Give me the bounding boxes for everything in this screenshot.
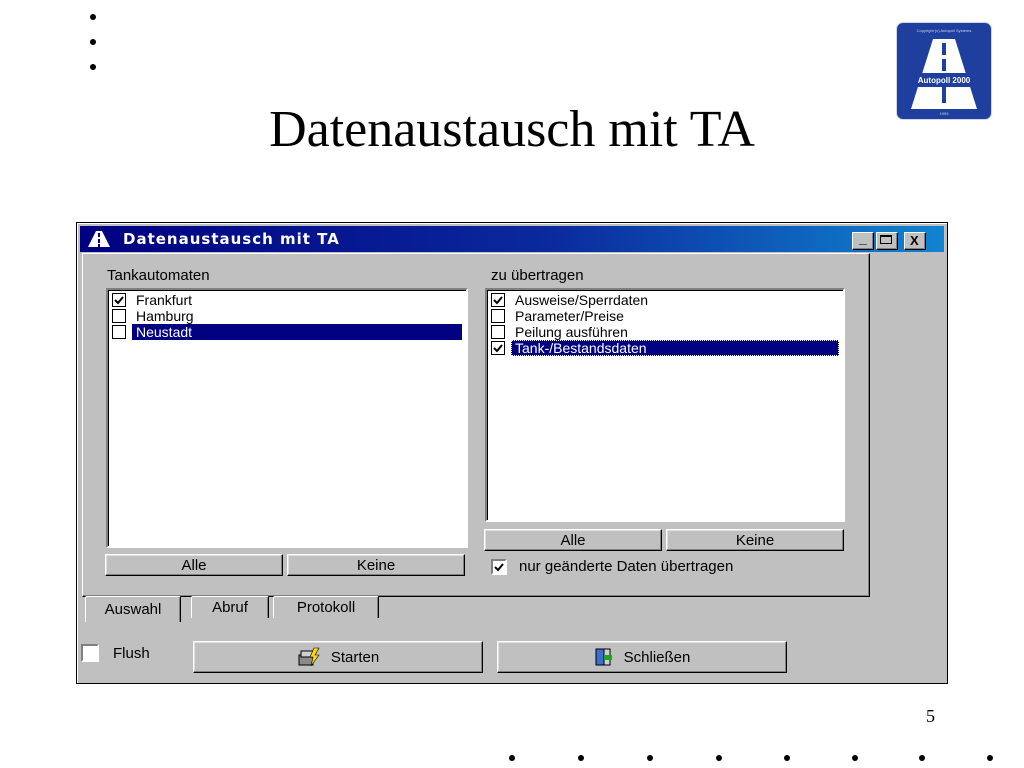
bullet-dot xyxy=(716,755,722,761)
left-all-button[interactable]: Alle xyxy=(105,554,283,576)
only-changed-option[interactable]: nur geänderte Daten übertragen xyxy=(491,558,733,575)
list-item-parameter[interactable]: Parameter/Preise xyxy=(491,308,628,324)
list-item-label: Ausweise/Sperrdaten xyxy=(515,292,649,308)
list-item-hamburg[interactable]: Hamburg xyxy=(112,308,198,324)
close-button-label: Schließen xyxy=(623,648,691,666)
bullet-dot xyxy=(90,64,96,70)
list-item-tankdaten[interactable]: Tank-/Bestandsdaten xyxy=(491,340,839,356)
list-item-ausweise[interactable]: Ausweise/Sperrdaten xyxy=(491,292,652,308)
checkbox-tankdaten[interactable] xyxy=(491,341,505,355)
page-number: 5 xyxy=(926,706,935,726)
app-road-icon xyxy=(87,230,111,253)
zu-uebertragen-list[interactable]: Ausweise/Sperrdaten Parameter/Preise Pei… xyxy=(485,288,845,522)
checkbox-neustadt[interactable] xyxy=(112,325,126,339)
start-button[interactable]: Starten xyxy=(193,641,483,673)
dialog-window: Datenaustausch mit TA _ X Tankautomaten … xyxy=(76,222,948,684)
bullet-dot xyxy=(987,755,993,761)
minimize-icon: _ xyxy=(859,230,867,246)
checkbox-parameter[interactable] xyxy=(491,309,505,323)
bullet-dot xyxy=(90,39,96,45)
list-item-neustadt[interactable]: Neustadt xyxy=(112,324,462,340)
flush-option[interactable]: Flush xyxy=(81,644,150,662)
title-bar[interactable]: Datenaustausch mit TA _ X xyxy=(80,226,944,252)
maximize-button[interactable] xyxy=(876,232,898,250)
list-item-label: Frankfurt xyxy=(136,292,193,308)
list-item-label: Parameter/Preise xyxy=(515,308,624,324)
start-button-label: Starten xyxy=(330,648,380,666)
bullet-dot xyxy=(647,755,653,761)
minimize-button[interactable]: _ xyxy=(852,230,874,250)
close-icon: X xyxy=(910,233,919,248)
right-all-button[interactable]: Alle xyxy=(484,529,662,551)
close-dialog-button[interactable]: Schließen xyxy=(497,641,787,673)
checkbox-hamburg[interactable] xyxy=(112,309,126,323)
start-icon xyxy=(298,647,320,667)
bullet-dot xyxy=(852,755,858,761)
window-title: Datenaustausch mit TA xyxy=(123,230,340,248)
list-item-peilung[interactable]: Peilung ausführen xyxy=(491,324,632,340)
close-button[interactable]: X xyxy=(904,232,926,250)
tab-protokoll[interactable]: Protokoll xyxy=(273,596,379,618)
list-item-label: Neustadt xyxy=(132,324,462,340)
bullet-dot xyxy=(919,755,925,761)
tab-abruf[interactable]: Abruf xyxy=(191,596,269,618)
left-none-button[interactable]: Keine xyxy=(287,554,465,576)
only-changed-label: nur geänderte Daten übertragen xyxy=(519,558,734,575)
checkbox-ausweise[interactable] xyxy=(491,293,505,307)
logo-brand-text: Autopoll 2000 xyxy=(917,76,971,85)
tankautomaten-label: Tankautomaten xyxy=(107,267,210,284)
flush-checkbox[interactable] xyxy=(81,644,99,662)
bullet-dot xyxy=(509,755,515,761)
list-item-label: Hamburg xyxy=(136,308,194,324)
checkbox-peilung[interactable] xyxy=(491,325,505,339)
logo-copyright: Copyright (c) Autopoll Systems xyxy=(916,28,972,33)
tankautomaten-list[interactable]: Frankfurt Hamburg Neustadt xyxy=(106,288,468,548)
list-item-frankfurt[interactable]: Frankfurt xyxy=(112,292,196,308)
tab-auswahl[interactable]: Auswahl xyxy=(85,596,181,622)
list-item-label: Peilung ausführen xyxy=(515,324,628,340)
exit-door-icon xyxy=(595,648,612,666)
list-item-label: Tank-/Bestandsdaten xyxy=(511,340,839,356)
maximize-icon xyxy=(880,235,892,244)
flush-label: Flush xyxy=(113,644,150,662)
only-changed-checkbox[interactable] xyxy=(491,558,507,575)
tab-panel-auswahl: Tankautomaten Frankfurt Hamburg Neustadt… xyxy=(82,253,870,597)
right-none-button[interactable]: Keine xyxy=(666,529,844,551)
zu-uebertragen-label: zu übertragen xyxy=(491,267,584,284)
slide-title: Datenaustausch mit TA xyxy=(269,101,755,158)
bullet-dot xyxy=(784,755,790,761)
bullet-dot xyxy=(90,14,96,20)
bullet-dot xyxy=(578,755,584,761)
checkbox-frankfurt[interactable] xyxy=(112,293,126,307)
